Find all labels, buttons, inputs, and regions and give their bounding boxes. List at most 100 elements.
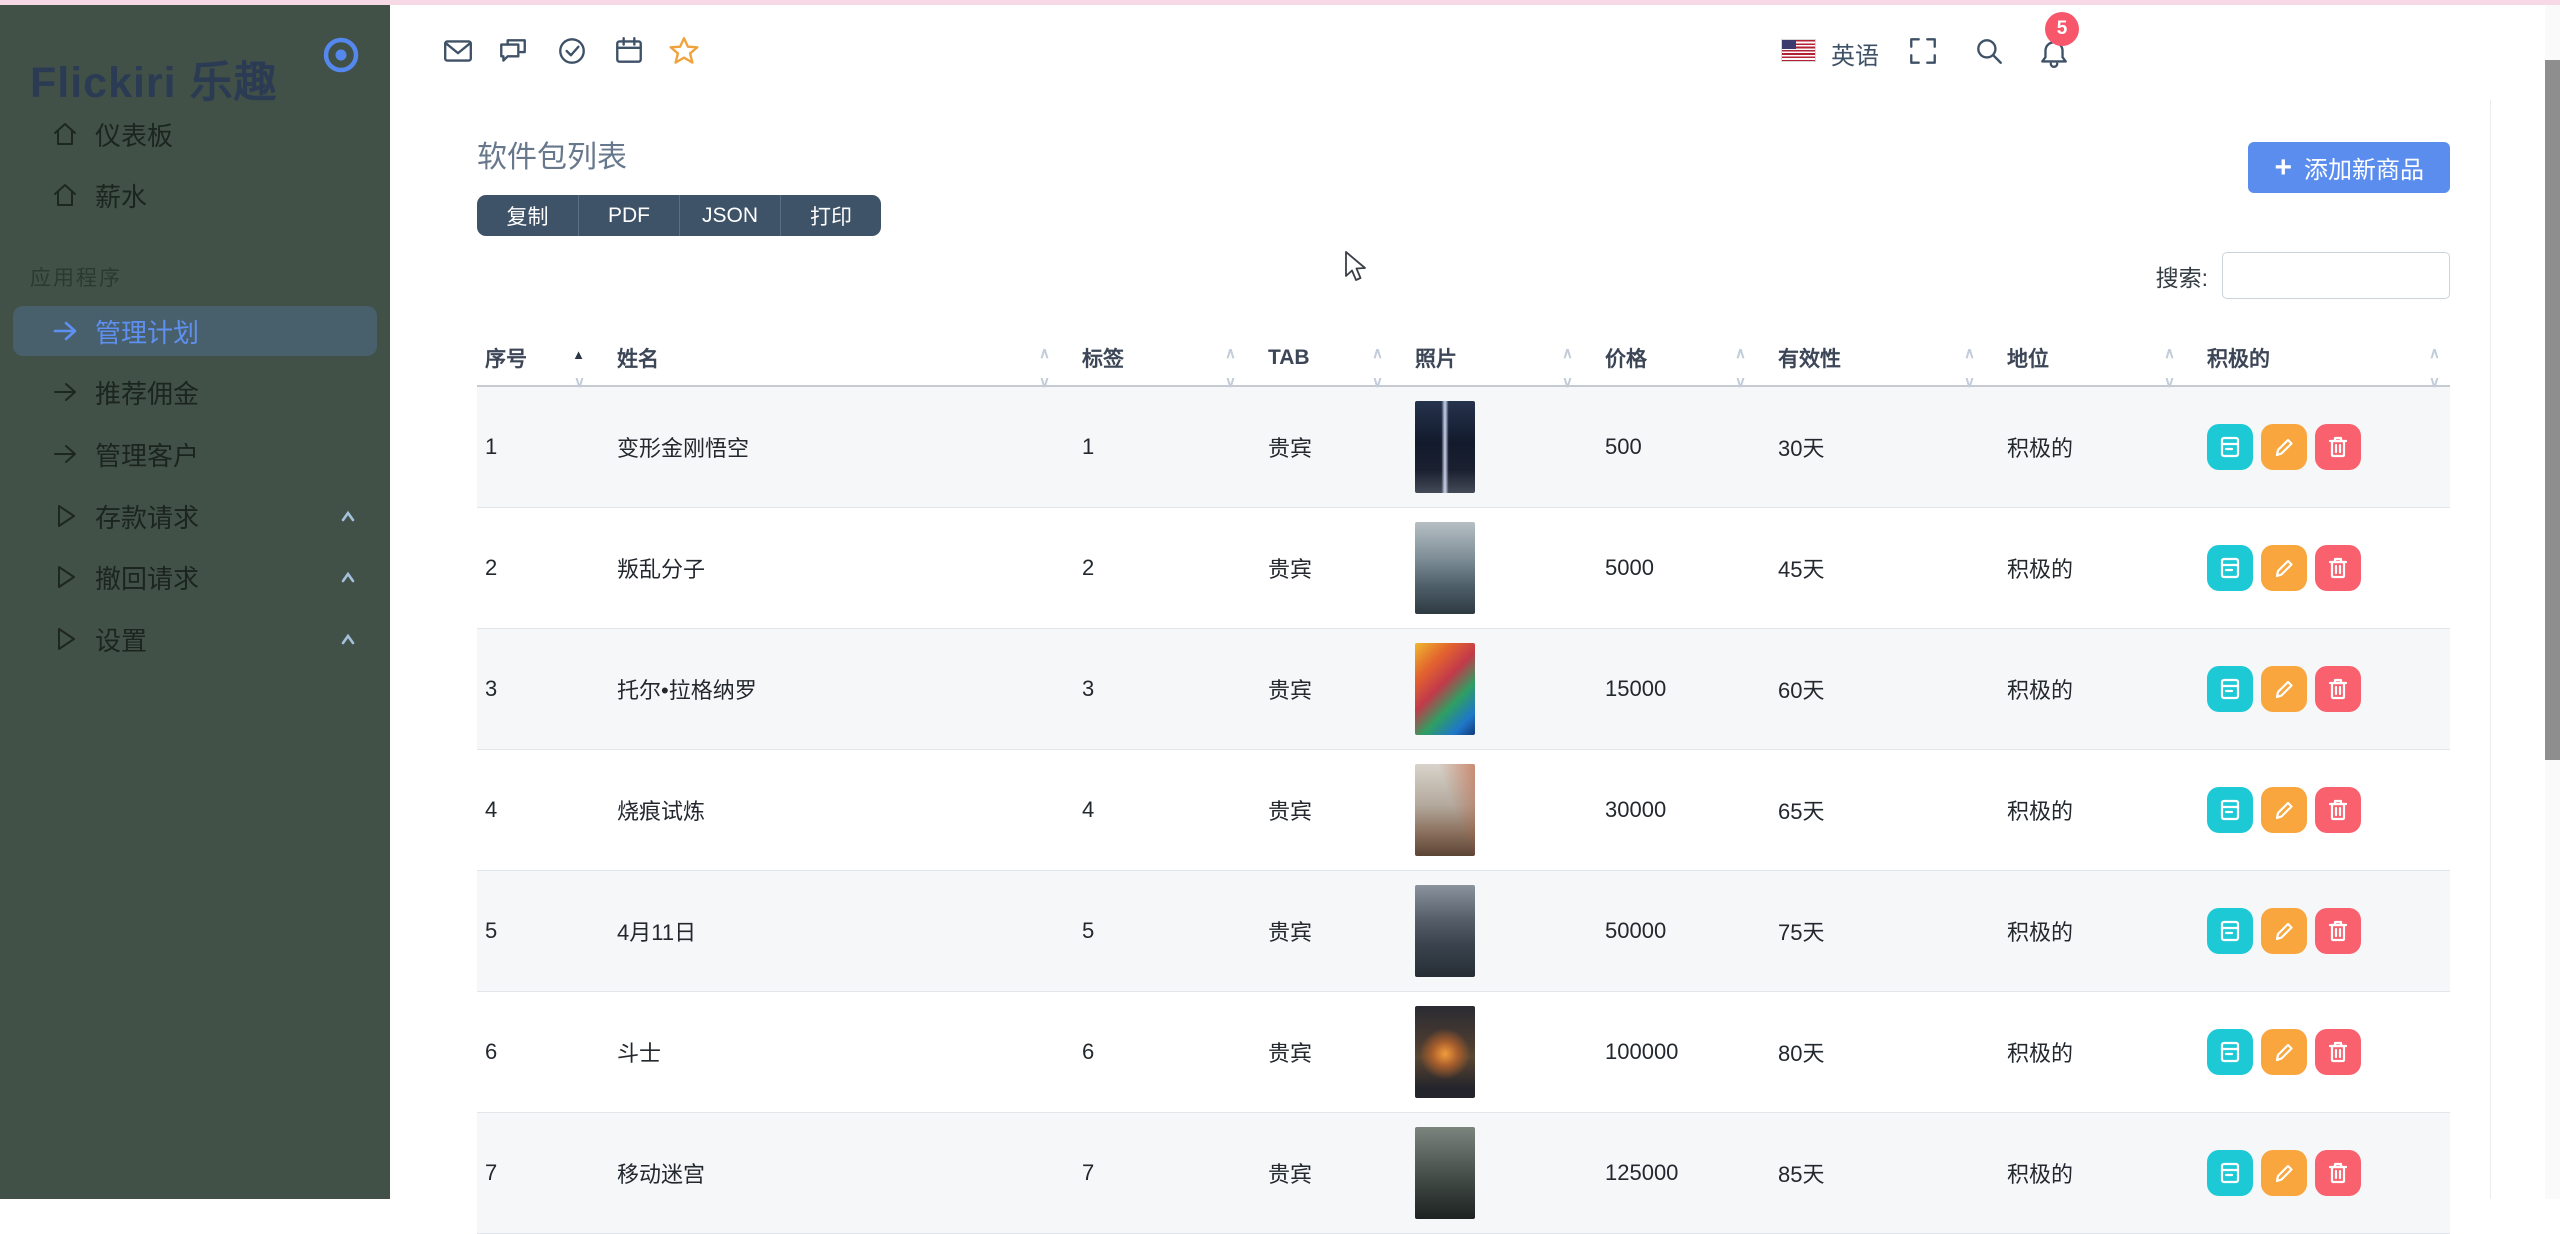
column-header-price[interactable]: 价格∧∨	[1597, 340, 1770, 386]
cell-name: 烧痕试炼	[609, 749, 1074, 870]
add-new-item-button[interactable]: + 添加新商品	[2248, 142, 2450, 193]
calendar-action-button[interactable]	[2207, 787, 2253, 833]
scrollbar-thumb[interactable]	[2545, 60, 2560, 760]
column-header-name[interactable]: 姓名∧∨	[609, 340, 1074, 386]
cell-price: 30000	[1597, 749, 1770, 870]
arrow-right-icon	[50, 316, 80, 346]
delete-action-button[interactable]	[2315, 1029, 2361, 1075]
calendar-action-button[interactable]	[2207, 1150, 2253, 1196]
calendar-action-button[interactable]	[2207, 545, 2253, 591]
cell-validity: 60天	[1770, 628, 1999, 749]
print-button[interactable]: 打印	[780, 195, 881, 236]
delete-action-button[interactable]	[2315, 424, 2361, 470]
edit-action-button[interactable]	[2261, 787, 2307, 833]
sidebar-item-manage-clients[interactable]: 管理客户	[0, 429, 390, 479]
column-header-photo[interactable]: 照片∧∨	[1407, 340, 1597, 386]
chevron-up-icon	[338, 630, 358, 650]
star-icon[interactable]	[668, 35, 700, 67]
cell-status: 积极的	[1999, 870, 2199, 991]
chat-icon[interactable]	[497, 35, 529, 67]
us-flag-icon[interactable]	[1782, 40, 1815, 61]
cell-status: 积极的	[1999, 507, 2199, 628]
sidebar-item-label: 仪表板	[95, 116, 173, 153]
row-photo	[1415, 764, 1475, 856]
sidebar-item-deposit-requests[interactable]: 存款请求	[0, 491, 390, 541]
calendar-action-button[interactable]	[2207, 424, 2253, 470]
cell-status: 积极的	[1999, 1112, 2199, 1233]
cell-name: 变形金刚悟空	[609, 386, 1074, 507]
scrollbar-track[interactable]	[2545, 0, 2560, 1199]
cell-photo	[1407, 628, 1597, 749]
cell-name: 托尔•拉格纳罗	[609, 628, 1074, 749]
column-header-sn[interactable]: 序号▲∨	[477, 340, 609, 386]
sidebar-item-manage-plans[interactable]: 管理计划	[13, 306, 377, 356]
sidebar-section-label: 应用程序	[30, 262, 122, 292]
column-header-tab[interactable]: TAB∧∨	[1260, 340, 1407, 386]
search-input[interactable]	[2222, 252, 2450, 299]
row-photo	[1415, 401, 1475, 493]
column-header-status[interactable]: 地位∧∨	[1999, 340, 2199, 386]
column-header-validity[interactable]: 有效性∧∨	[1770, 340, 1999, 386]
cell-sn: 3	[477, 628, 609, 749]
mail-icon[interactable]	[442, 35, 474, 67]
sort-desc-icon: ∨	[2164, 373, 2175, 391]
table-row: 5 4月11日 5 贵宾 50000 75天 积极的	[477, 870, 2450, 991]
delete-action-button[interactable]	[2315, 545, 2361, 591]
calendar-action-button[interactable]	[2207, 666, 2253, 712]
calendar-action-button[interactable]	[2207, 908, 2253, 954]
search-icon[interactable]	[1973, 35, 2005, 67]
cell-tab: 贵宾	[1260, 991, 1407, 1112]
json-button[interactable]: JSON	[679, 195, 780, 236]
search-row: 搜索:	[2156, 252, 2450, 299]
home-icon	[50, 180, 80, 210]
edit-action-button[interactable]	[2261, 908, 2307, 954]
calendar-icon[interactable]	[613, 35, 645, 67]
cell-validity: 85天	[1770, 1112, 1999, 1233]
copy-button[interactable]: 复制	[477, 195, 578, 236]
cell-tab: 贵宾	[1260, 507, 1407, 628]
sidebar-item-referral-commission[interactable]: 推荐佣金	[0, 367, 390, 417]
cell-price: 50000	[1597, 870, 1770, 991]
play-icon	[50, 501, 80, 531]
sort-asc-icon: ∧	[1964, 344, 1975, 362]
mouse-cursor	[1342, 250, 1372, 284]
cell-photo	[1407, 386, 1597, 507]
table-row: 1 变形金刚悟空 1 贵宾 500 30天 积极的	[477, 386, 2450, 507]
sidebar-item-salary[interactable]: 薪水	[0, 170, 390, 220]
delete-action-button[interactable]	[2315, 666, 2361, 712]
chevron-up-icon	[338, 507, 358, 527]
edit-action-button[interactable]	[2261, 424, 2307, 470]
cell-photo	[1407, 507, 1597, 628]
row-actions	[2207, 1150, 2450, 1196]
sidebar-item-withdraw-requests[interactable]: 撤回请求	[0, 552, 390, 602]
language-selector[interactable]: 英语	[1831, 36, 1879, 71]
cell-status: 积极的	[1999, 749, 2199, 870]
delete-action-button[interactable]	[2315, 787, 2361, 833]
cell-tab: 贵宾	[1260, 870, 1407, 991]
cell-tab: 贵宾	[1260, 386, 1407, 507]
delete-action-button[interactable]	[2315, 908, 2361, 954]
edit-action-button[interactable]	[2261, 1150, 2307, 1196]
check-circle-icon[interactable]	[556, 35, 588, 67]
edit-action-button[interactable]	[2261, 1029, 2307, 1075]
sort-asc-icon: ∧	[1562, 344, 1573, 362]
cell-price: 125000	[1597, 1112, 1770, 1233]
sidebar-item-dashboard[interactable]: 仪表板	[0, 109, 390, 159]
cell-validity: 80天	[1770, 991, 1999, 1112]
edit-action-button[interactable]	[2261, 666, 2307, 712]
pdf-button[interactable]: PDF	[578, 195, 679, 236]
calendar-action-button[interactable]	[2207, 1029, 2253, 1075]
edit-action-button[interactable]	[2261, 545, 2307, 591]
delete-action-button[interactable]	[2315, 1150, 2361, 1196]
column-header-tag[interactable]: 标签∧∨	[1074, 340, 1260, 386]
table-row: 7 移动迷宫 7 贵宾 125000 85天 积极的	[477, 1112, 2450, 1233]
app-logo: Flickiri 乐趣	[30, 48, 278, 110]
cell-name: 4月11日	[609, 870, 1074, 991]
fullscreen-icon[interactable]	[1907, 35, 1939, 67]
column-header-actions[interactable]: 积极的∧∨	[2199, 340, 2450, 386]
sort-desc-icon: ∨	[1225, 373, 1236, 391]
target-icon[interactable]	[318, 32, 364, 78]
sidebar-item-settings[interactable]: 设置	[0, 614, 390, 664]
packages-table: 序号▲∨ 姓名∧∨ 标签∧∨ TAB∧∨ 照片∧∨ 价格∧∨ 有效性∧∨ 地位∧…	[477, 340, 2450, 1234]
cell-validity: 45天	[1770, 507, 1999, 628]
